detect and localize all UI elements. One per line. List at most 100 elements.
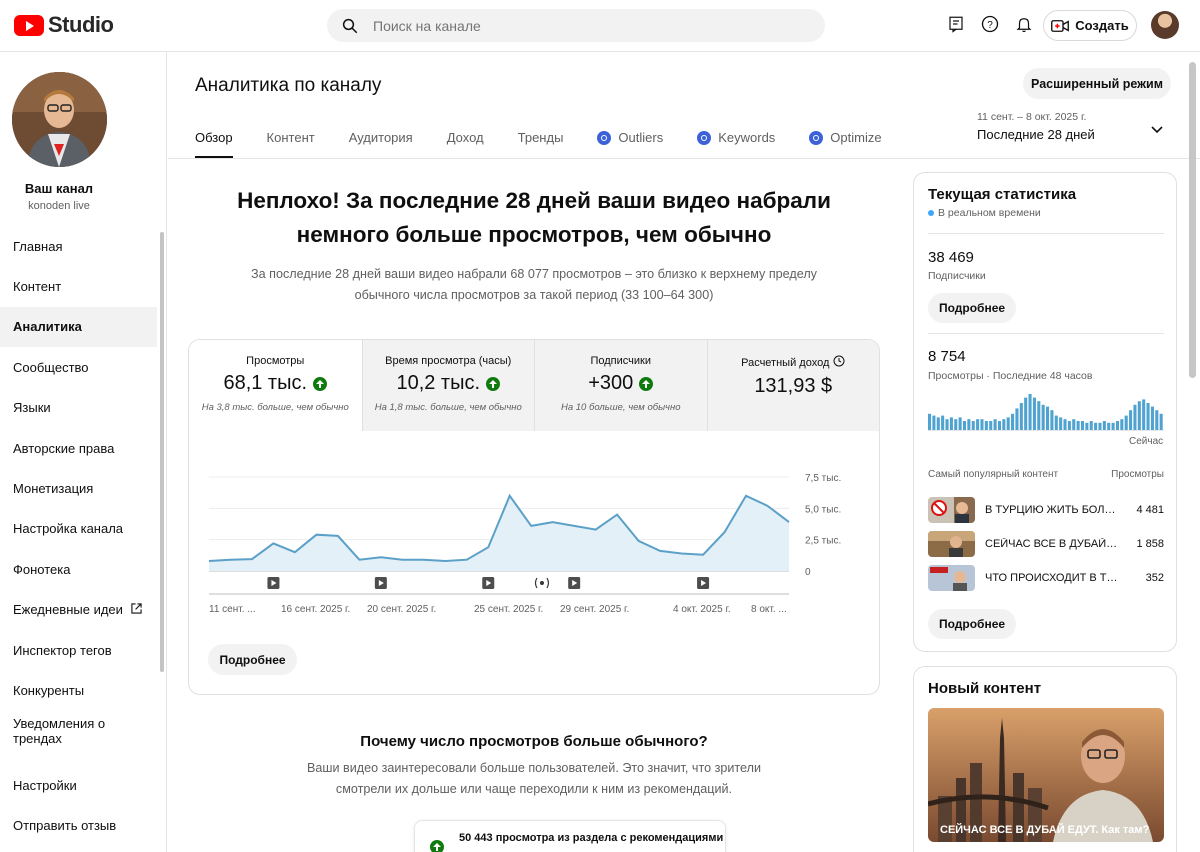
recommendation-insight-card[interactable]: 50 443 просмотра из раздела с рекомендац… (414, 820, 726, 852)
overview-more-button[interactable]: Подробнее (208, 644, 297, 675)
new-content-title: Новый контент (928, 680, 1042, 697)
realtime-bar (1050, 410, 1054, 430)
trend-up-icon (430, 840, 444, 852)
metric-value: 131,93 $ (754, 375, 833, 397)
realtime-bar (1032, 397, 1036, 430)
why-description: Ваши видео заинтересовали больше пользов… (268, 758, 800, 800)
sidebar-item-customization[interactable]: Настройка канала (0, 509, 157, 549)
sidebar-item-label: Настройки (13, 777, 77, 793)
realtime-bar (1011, 413, 1015, 430)
tab-revenue[interactable]: Доход (447, 118, 484, 158)
sidebar-item-send-feedback[interactable]: Отправить отзыв (0, 805, 157, 845)
trend-up-icon (639, 376, 654, 391)
realtime-bar (989, 421, 993, 430)
studio-logo[interactable]: Studio (14, 12, 114, 38)
date-range-dates: 11 сент. – 8 окт. 2025 г. (977, 111, 1087, 123)
divider (928, 233, 1164, 234)
svg-text:?: ? (987, 20, 993, 31)
realtime-views-bars[interactable] (928, 391, 1164, 431)
realtime-bar (984, 421, 988, 430)
advanced-mode-button[interactable]: Расширенный режим (1023, 68, 1171, 99)
metric-views[interactable]: Просмотры 68,1 тыс. На 3,8 тыс. больше, … (189, 340, 362, 431)
description-line: За последние 28 дней ваши видео набрали … (251, 267, 817, 281)
sidebar-item-languages[interactable]: Языки (0, 388, 157, 428)
top-content-row[interactable]: В ТУРЦИЮ ЖИТЬ БОЛЬШЕ НЕ ПОЕДУ! 4 481 (928, 497, 1164, 523)
left-sidebar: Ваш канал konoden live Главная Контент А… (0, 52, 167, 852)
sidebar-item-label: Главная (13, 238, 63, 254)
sidebar-item-competitors[interactable]: Конкуренты (0, 670, 157, 710)
sidebar-item-tag-inspector[interactable]: Инспектор тегов (0, 630, 157, 670)
sidebar-item-label: Настройка канала (13, 521, 124, 537)
tab-audience[interactable]: Аудитория (349, 118, 413, 158)
y-tick-label: 2,5 тыс. (805, 536, 841, 547)
help-icon[interactable]: ? (978, 12, 1002, 36)
sidebar-item-monetization[interactable]: Монетизация (0, 468, 157, 508)
metric-label-wrap: Расчетный доход (708, 355, 880, 370)
sidebar-scrollbar[interactable] (160, 232, 164, 672)
page-scrollbar[interactable] (1189, 62, 1196, 378)
tab-content[interactable]: Контент (267, 118, 315, 158)
sidebar-item-audio-library[interactable]: Фонотека (0, 549, 157, 589)
views-area (209, 495, 789, 571)
sidebar-item-copyright[interactable]: Авторские права (0, 428, 157, 468)
subscriber-count: 38 469 (928, 249, 974, 266)
video-published-marker-icon (568, 577, 581, 589)
tab-trends[interactable]: Тренды (518, 118, 564, 158)
tab-label: Контент (266, 130, 315, 145)
channel-avatar[interactable] (12, 72, 107, 167)
realtime-bar (1067, 421, 1071, 430)
date-range-selector[interactable]: 11 сент. – 8 окт. 2025 г. Последние 28 д… (977, 111, 1095, 142)
top-content-row[interactable]: ЧТО ПРОИСХОДИТ В ТУРЦИИ? 352 (928, 565, 1164, 591)
chevron-down-icon[interactable] (1149, 121, 1165, 142)
youtube-logo-icon (14, 14, 44, 36)
sidebar-item-trend-alerts[interactable]: Уведомления о трендах (0, 711, 157, 751)
new-video-thumbnail[interactable]: СЕЙЧАС ВСЕ В ДУБАЙ ЕДУТ. Как там? (928, 708, 1164, 842)
summary-description: За последние 28 дней ваши видео набрали … (218, 264, 850, 306)
top-content-row[interactable]: СЕЙЧАС ВСЕ В ДУБАЙ ЕДУТ. Как там? 1 858 (928, 531, 1164, 557)
search-input[interactable] (373, 17, 773, 34)
metric-estimated-revenue[interactable]: Расчетный доход 131,93 $ (706, 340, 880, 431)
metric-value-wrap: +300 (535, 372, 707, 395)
top-content-views: 352 (1145, 572, 1164, 584)
realtime-bar (1155, 410, 1159, 430)
tab-overview[interactable]: Обзор (195, 118, 233, 158)
tab-outliers[interactable]: Outliers (597, 118, 663, 158)
why-line: смотрели их дольше или чаще переходили к… (335, 782, 733, 796)
tab-optimize[interactable]: Optimize (809, 118, 882, 158)
realtime-bar (1006, 417, 1010, 430)
recommendation-text: 50 443 просмотра из раздела с рекомендац… (459, 832, 724, 844)
metric-watch-time[interactable]: Время просмотра (часы) 10,2 тыс. На 1,8 … (361, 340, 534, 431)
top-content-title: СЕЙЧАС ВСЕ В ДУБАЙ ЕДУТ. Как там? (985, 538, 1120, 550)
sidebar-item-content[interactable]: Контент (0, 266, 157, 306)
realtime-live-indicator: В реальном времени (928, 207, 1041, 219)
feedback-icon[interactable] (944, 12, 968, 36)
realtime-subscribers-more-button[interactable]: Подробнее (928, 293, 1016, 323)
tab-keywords[interactable]: Keywords (697, 118, 775, 158)
search-box[interactable] (327, 9, 825, 42)
metric-label: Расчетный доход (741, 356, 830, 369)
search-icon[interactable] (327, 17, 373, 35)
notifications-bell-icon[interactable] (1012, 12, 1036, 36)
video-thumbnail (928, 565, 975, 591)
realtime-bar (1159, 413, 1163, 430)
sidebar-item-daily-ideas[interactable]: Ежедневные идеи (0, 590, 157, 630)
account-avatar[interactable] (1151, 11, 1179, 39)
sidebar-item-label: Монетизация (13, 481, 94, 497)
sidebar-item-settings[interactable]: Настройки (0, 765, 157, 805)
sidebar-item-analytics[interactable]: Аналитика (0, 306, 157, 348)
realtime-bar (1037, 401, 1041, 430)
realtime-title: Текущая статистика (928, 186, 1077, 203)
sidebar-item-label: Авторские права (13, 440, 115, 456)
channel-name[interactable]: Ваш канал (0, 181, 118, 196)
sidebar-item-home[interactable]: Главная (0, 226, 157, 266)
realtime-top-content-more-button[interactable]: Подробнее (928, 609, 1016, 639)
sidebar-item-community[interactable]: Сообщество (0, 347, 157, 387)
page-title: Аналитика по каналу (195, 75, 382, 96)
metric-subscribers[interactable]: Подписчики +300 На 10 больше, чем обычно (534, 340, 707, 431)
new-video-caption: СЕЙЧАС ВСЕ В ДУБАЙ ЕДУТ. Как там? (940, 824, 1150, 836)
realtime-bar (1024, 397, 1028, 430)
realtime-bar (958, 417, 962, 430)
create-button[interactable]: Создать (1043, 10, 1137, 41)
x-tick-label: 8 окт. ... (751, 604, 787, 615)
sidebar-item-label: Отправить отзыв (13, 818, 117, 834)
